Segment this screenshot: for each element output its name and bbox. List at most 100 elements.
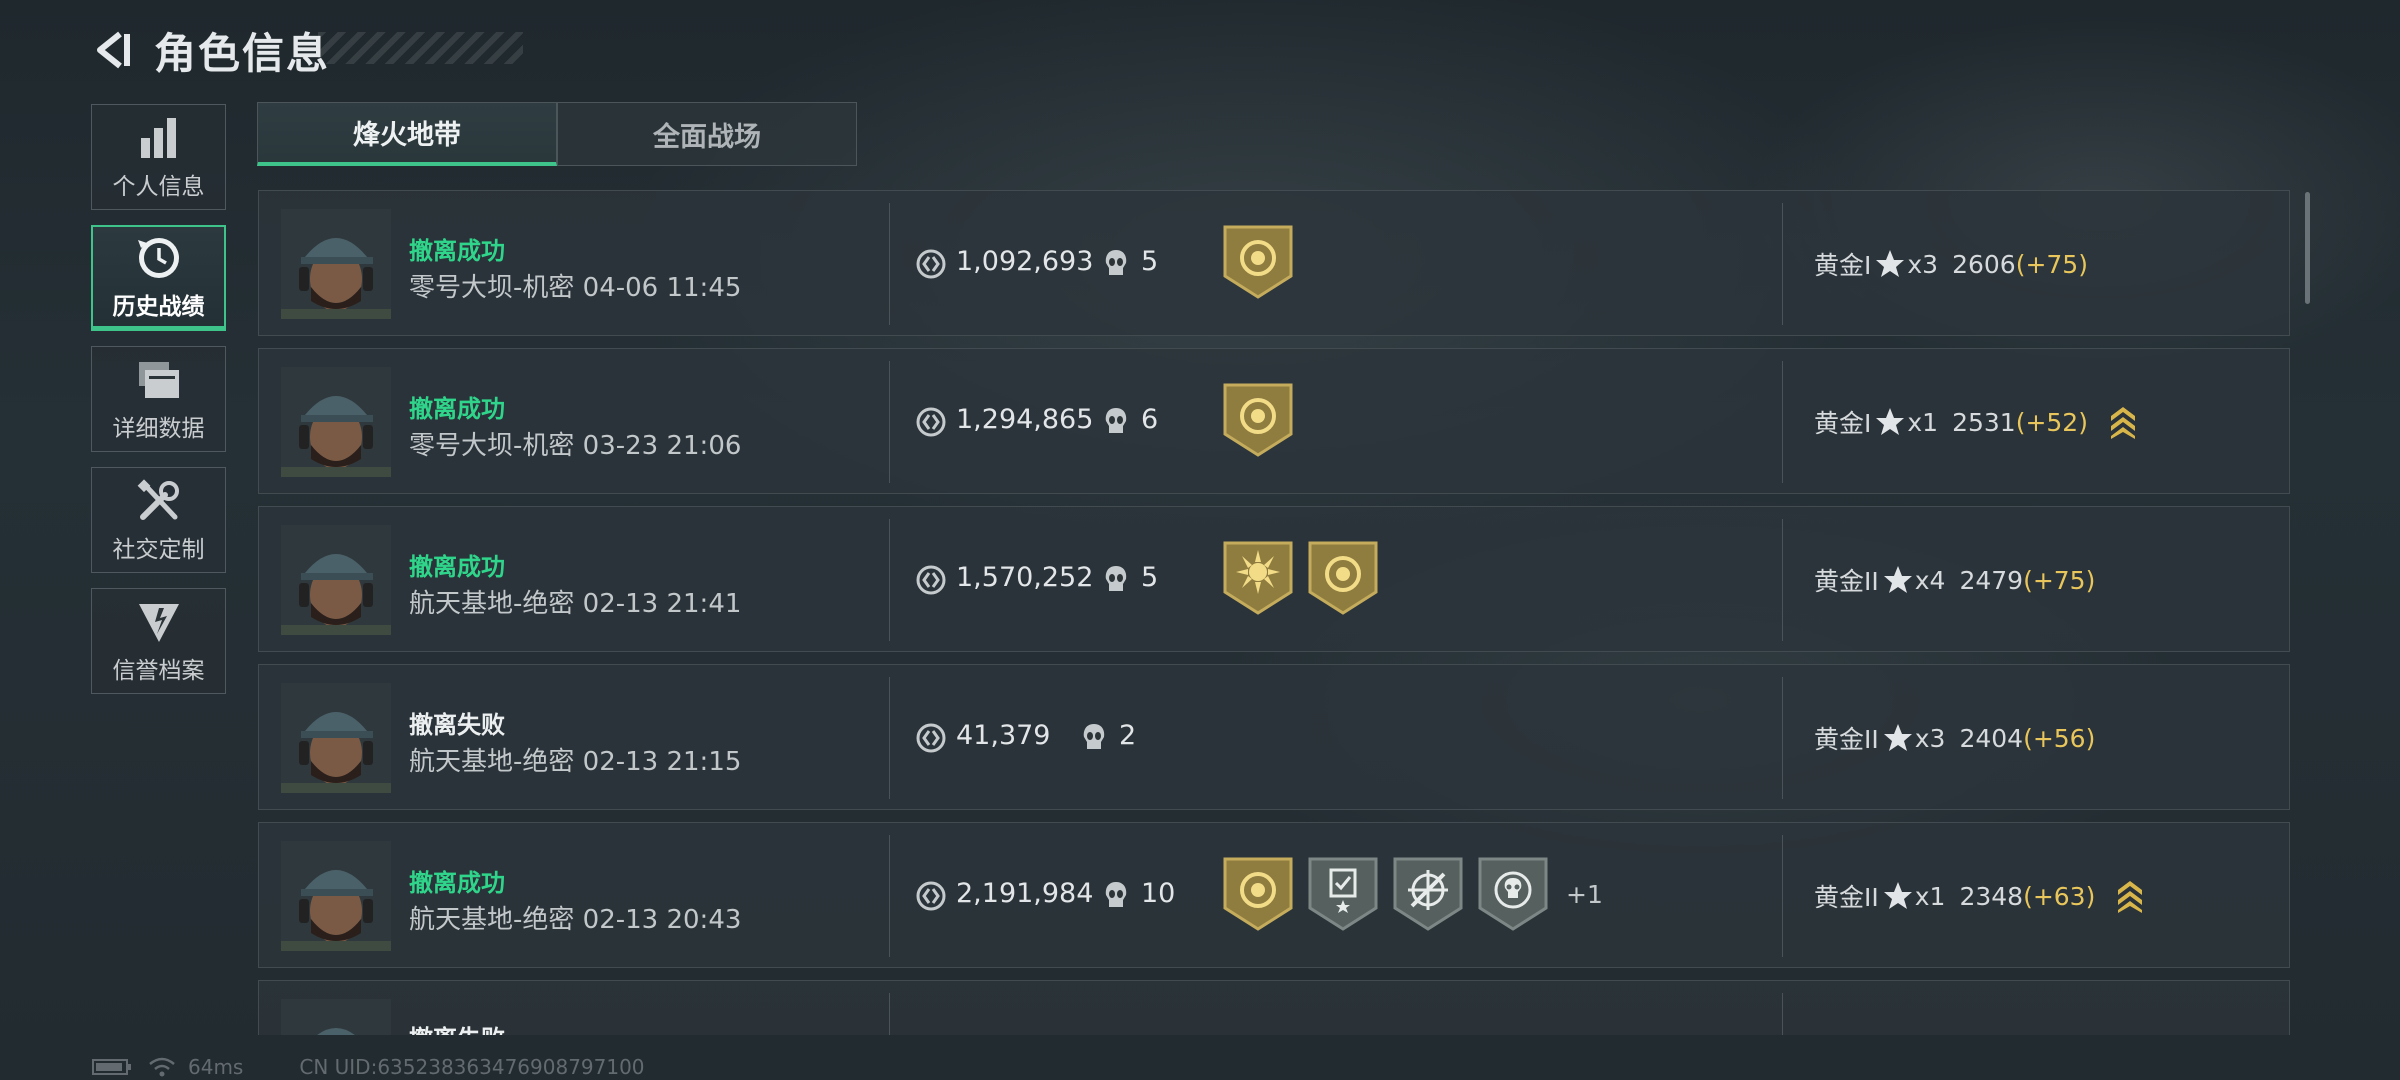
sidebar: 个人信息 历史战绩 详细数据 社交定制 信誉档案 — [91, 104, 228, 709]
skull-icon — [1105, 250, 1127, 275]
sidebar-item-credit[interactable]: 信誉档案 — [91, 588, 226, 694]
avatar — [281, 841, 391, 951]
page-header: 角色信息 — [88, 22, 330, 78]
divider — [889, 203, 890, 325]
gold-sun-badge-icon[interactable] — [1222, 540, 1294, 616]
kill-count: 2 — [1119, 720, 1137, 751]
list-scrollbar[interactable] — [2305, 192, 2310, 304]
gold-shield-badge-icon[interactable] — [1307, 540, 1379, 616]
money-value: 2,191,984 — [956, 878, 1094, 909]
gray-crosshair-badge-icon[interactable] — [1392, 856, 1464, 932]
sidebar-item-label: 信誉档案 — [112, 658, 205, 684]
match-time: 03-23 21:06 — [582, 431, 742, 461]
match-time: 02-13 21:15 — [582, 747, 742, 777]
map-name: 零号大坝-机密 — [409, 273, 575, 303]
match-time: 02-13 21:41 — [582, 589, 742, 619]
divider — [889, 835, 890, 957]
extraction-status: 撤离失败 — [409, 711, 505, 739]
score-delta: (+56) — [2023, 723, 2096, 753]
star-icon — [1883, 724, 1912, 751]
star-icon — [1883, 882, 1912, 909]
list-item[interactable]: 撤离成功 航天基地-绝密 02-13 20:43 2,191,984 10 +1… — [258, 822, 2290, 968]
money-value: 1,294,865 — [956, 404, 1094, 435]
back-arrow-icon[interactable] — [88, 26, 136, 74]
extraction-status: 撤离成功 — [409, 869, 505, 897]
tools-icon — [133, 476, 185, 526]
rank-info: 黄金II x3 2404 (+56) — [1814, 720, 2095, 756]
gold-shield-badge-icon[interactable] — [1222, 856, 1294, 932]
rank-name: 黄金II — [1814, 883, 1879, 912]
rank-score: 2479 — [1959, 565, 2024, 595]
star-count: x4 — [1914, 565, 1946, 595]
score-delta: (+52) — [2015, 407, 2088, 437]
score-delta: (+75) — [2023, 565, 2096, 595]
rank-info: 黄金I x3 2606 (+75) — [1814, 246, 2088, 282]
currency-icon — [916, 407, 946, 437]
tab-full-battlefield[interactable]: 全面战场 — [557, 102, 857, 166]
rank-up-chevron-icon — [2118, 881, 2143, 913]
match-time: 04-06 11:45 — [582, 273, 742, 303]
map-and-time: 航天基地-绝密 02-13 21:15 — [409, 741, 741, 778]
star-icon — [1876, 250, 1905, 277]
divider — [889, 677, 890, 799]
star-icon — [1876, 408, 1905, 435]
sidebar-item-social[interactable]: 社交定制 — [91, 467, 226, 573]
avatar — [281, 367, 391, 477]
divider — [889, 361, 890, 483]
badge-list: +1 — [1222, 856, 1603, 932]
rank-score: 2531 — [1952, 407, 2016, 437]
map-name: 零号大坝-机密 — [409, 431, 575, 461]
map-and-time: 航天基地-绝密 02-13 20:43 — [409, 899, 741, 936]
sidebar-item-details[interactable]: 详细数据 — [91, 346, 226, 452]
rank-score: 2348 — [1959, 881, 2024, 911]
extraction-status: 撤离成功 — [409, 395, 505, 423]
currency-icon — [916, 723, 946, 753]
match-history-list[interactable]: 撤离成功 零号大坝-机密 04-06 11:45 1,092,693 5 黄金I… — [258, 190, 2290, 1035]
list-item[interactable]: 撤离成功 零号大坝-机密 04-06 11:45 1,092,693 5 黄金I… — [258, 190, 2290, 336]
gray-clipboard-badge-icon[interactable] — [1307, 856, 1379, 932]
more-badges-count[interactable]: +1 — [1566, 880, 1603, 909]
map-name: 航天基地-绝密 — [409, 589, 575, 619]
map-and-time: 零号大坝-机密 04-06 11:45 — [409, 267, 741, 304]
extraction-status: 撤离成功 — [409, 553, 505, 581]
tab-beacon-zone[interactable]: 烽火地带 — [257, 102, 557, 166]
list-item[interactable]: 撤离失败 航天基地-绝密 02-13 21:15 41,379 2 黄金II x… — [258, 664, 2290, 810]
sidebar-item-label: 社交定制 — [112, 537, 205, 563]
history-clock-icon — [133, 233, 185, 283]
rank-info: 黄金II x4 2479 (+75) — [1814, 562, 2095, 598]
skull-icon — [1105, 408, 1127, 433]
divider — [1782, 993, 1783, 1035]
wifi-icon — [149, 1057, 175, 1077]
skull-icon — [1105, 882, 1127, 907]
sidebar-item-profile[interactable]: 个人信息 — [91, 104, 226, 210]
star-count: x1 — [1907, 407, 1939, 437]
rank-score: 2404 — [1959, 723, 2024, 753]
rank-name: 黄金I — [1814, 251, 1872, 280]
gold-shield-badge-icon[interactable] — [1222, 382, 1294, 458]
map-name: 航天基地-绝密 — [409, 905, 575, 935]
rank-name: 黄金II — [1814, 567, 1879, 596]
gray-skull-badge-icon[interactable] — [1477, 856, 1549, 932]
badge-list — [1222, 224, 1307, 300]
list-item[interactable]: 撤离成功 航天基地-绝密 02-13 21:41 1,570,252 5 黄金I… — [258, 506, 2290, 652]
list-item[interactable]: 撤离失败 — [258, 980, 2290, 1035]
battery-icon — [92, 1059, 131, 1075]
divider — [1782, 677, 1783, 799]
star-count: x1 — [1914, 881, 1946, 911]
kill-count: 5 — [1141, 562, 1159, 593]
avatar — [281, 209, 391, 319]
money-value: 41,379 — [956, 720, 1051, 751]
extraction-status: 撤离失败 — [409, 1019, 505, 1035]
avatar — [281, 999, 391, 1035]
extraction-status: 撤离成功 — [409, 237, 505, 265]
skull-icon — [1083, 724, 1105, 749]
list-item[interactable]: 撤离成功 零号大坝-机密 03-23 21:06 1,294,865 6 黄金I… — [258, 348, 2290, 494]
sidebar-item-history[interactable]: 历史战绩 — [91, 225, 226, 331]
map-name: 航天基地-绝密 — [409, 747, 575, 777]
divider — [889, 993, 890, 1035]
star-count: x3 — [1907, 249, 1939, 279]
currency-icon — [916, 249, 946, 279]
currency-icon — [916, 565, 946, 595]
gold-shield-badge-icon[interactable] — [1222, 224, 1294, 300]
status-bar: 64ms CN UID:635238363476908797100 — [92, 1054, 645, 1080]
